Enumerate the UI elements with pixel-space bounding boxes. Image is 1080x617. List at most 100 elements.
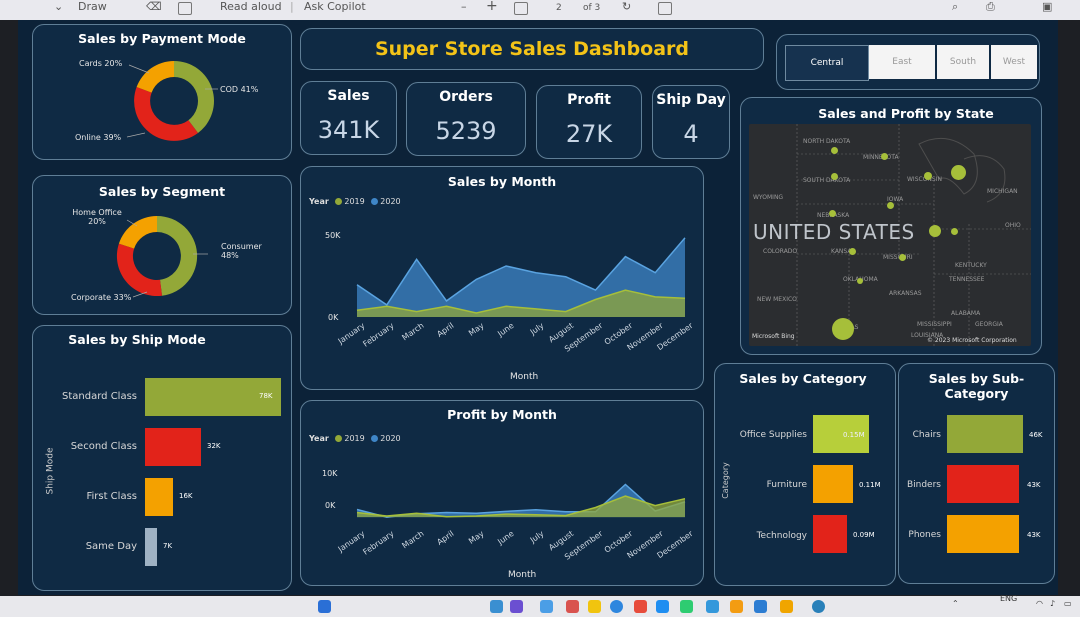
donut-slice-cod[interactable] — [174, 61, 214, 133]
app-icon[interactable] — [656, 600, 669, 613]
speaker-icon[interactable]: ♪ — [1050, 599, 1055, 608]
immersive-reader-icon[interactable] — [178, 2, 192, 15]
donut-slice-online[interactable] — [134, 87, 198, 141]
slicer-central[interactable]: Central — [785, 45, 869, 81]
ship-bar-second[interactable] — [145, 428, 201, 466]
map-bubble[interactable] — [899, 254, 906, 261]
page-count: of 3 — [583, 3, 601, 13]
bar-label-first: First Class — [86, 491, 137, 502]
profit-month-card: Profit by Month Year 2019 2020 10K 0K Ja… — [300, 400, 704, 586]
read-aloud-button[interactable]: Read aloud — [220, 0, 282, 13]
app-icon[interactable] — [812, 600, 825, 613]
windows-taskbar: ⌃ ENG ◠ ♪ ▭ — [0, 594, 1080, 617]
app-icon[interactable] — [540, 600, 553, 613]
category-bar-furniture[interactable] — [813, 465, 853, 503]
profit-month-chart[interactable] — [301, 401, 703, 585]
print-icon[interactable]: ⎙ — [986, 0, 995, 14]
app-icon[interactable] — [730, 600, 743, 613]
map-bubble[interactable] — [831, 173, 838, 180]
page-number-input[interactable]: 2 — [556, 3, 562, 13]
dashboard-title-card: Super Store Sales Dashboard — [300, 28, 764, 70]
app-icon[interactable] — [706, 600, 719, 613]
donut-slice-home-office[interactable] — [118, 215, 157, 249]
slicer-south[interactable]: South — [937, 45, 989, 79]
language-indicator[interactable]: ENG — [1000, 594, 1017, 603]
app-icon[interactable] — [680, 600, 693, 613]
map-bubble[interactable] — [832, 318, 854, 340]
toolbar-divider: | — [290, 0, 294, 13]
subcat-bar-phones[interactable] — [947, 515, 1019, 553]
subcategory-card: Sales by Sub-Category Chairs 46K Binders… — [898, 363, 1055, 584]
map-bubble[interactable] — [924, 172, 932, 180]
page-view-icon[interactable] — [658, 2, 672, 15]
sales-month-chart[interactable] — [301, 167, 703, 389]
kpi-profit: Profit 27K — [536, 85, 642, 159]
map-bubble[interactable] — [831, 147, 838, 154]
bar-value-office-supplies: 0.15M — [843, 431, 865, 439]
map-bubble[interactable] — [849, 248, 856, 255]
bar-label-phones: Phones — [908, 530, 941, 540]
donut-slice-corporate[interactable] — [116, 243, 162, 297]
edge-icon[interactable] — [610, 600, 623, 613]
map-bubble[interactable] — [951, 165, 966, 180]
map-state-label: GEORGIA — [975, 321, 1003, 328]
subcat-bar-binders[interactable] — [947, 465, 1019, 503]
rotate-icon[interactable]: ↻ — [622, 0, 631, 13]
bar-label-standard: Standard Class — [62, 391, 137, 402]
leader-line — [126, 132, 146, 138]
bar-label-same-day: Same Day — [85, 541, 137, 552]
app-icon[interactable] — [510, 600, 523, 613]
folder-icon[interactable] — [780, 600, 793, 613]
fit-page-icon[interactable] — [514, 2, 528, 15]
wifi-icon[interactable]: ◠ — [1036, 599, 1043, 608]
slicer-west[interactable]: West — [991, 45, 1037, 79]
app-icon[interactable] — [588, 600, 601, 613]
app-icon[interactable] — [566, 600, 579, 613]
donut-label-online: Online 39% — [75, 133, 122, 142]
kpi-ship-day-value: 4 — [683, 120, 699, 148]
save-icon[interactable]: ▣ — [1042, 0, 1052, 13]
bar-value-same-day: 7K — [163, 542, 173, 550]
region-slicer: Central East South West — [776, 34, 1040, 90]
slicer-east[interactable]: East — [869, 45, 935, 79]
subcat-bar-chairs[interactable] — [947, 415, 1023, 453]
kpi-ship-day-label: Ship Day — [656, 92, 726, 108]
donut-slice-cards[interactable] — [136, 61, 174, 93]
zoom-out-icon[interactable]: – — [461, 0, 467, 13]
ship-bar-first[interactable] — [145, 478, 173, 516]
map-bubble[interactable] — [881, 153, 888, 160]
donut-label-cards: Cards 20% — [79, 59, 123, 68]
map-bubble[interactable] — [829, 210, 836, 217]
zoom-in-icon[interactable]: + — [486, 0, 498, 14]
donut-slice-consumer[interactable] — [157, 215, 198, 296]
map-bubble[interactable] — [951, 228, 958, 235]
eraser-icon[interactable]: ⌫ — [146, 0, 162, 13]
category-bar-technology[interactable] — [813, 515, 847, 553]
search-icon[interactable]: ⌕ — [952, 0, 958, 14]
draw-chevron-icon[interactable]: ⌄ — [54, 0, 63, 13]
category-card: Sales by Category Category Office Suppli… — [714, 363, 896, 586]
tray-chevron-icon[interactable]: ⌃ — [952, 599, 959, 608]
map-bubble[interactable] — [929, 225, 941, 237]
map-bubble[interactable] — [857, 278, 863, 284]
state-map-title: Sales and Profit by State — [818, 106, 994, 121]
battery-icon[interactable]: ▭ — [1064, 599, 1072, 608]
app-icon[interactable] — [490, 600, 503, 613]
ask-copilot-button[interactable]: Ask Copilot — [304, 0, 366, 13]
map-state-label: MISSISSIPPI — [917, 321, 952, 328]
segment-card: Sales by Segment Home Office 20% Consume… — [32, 175, 292, 315]
app-icon[interactable] — [634, 600, 647, 613]
ship-bar-same-day[interactable] — [145, 528, 157, 566]
donut-label-home-office: Home Office 20% — [72, 208, 122, 226]
draw-button[interactable]: Draw — [78, 0, 107, 13]
app-icon[interactable] — [754, 600, 767, 613]
browser-toolbar: ⌄ Draw ⌫ Read aloud | Ask Copilot – + 2 … — [0, 0, 1080, 20]
map-viewport[interactable]: NORTH DAKOTA MINNESOTA WISCONSIN SOUTH D… — [749, 124, 1031, 346]
leader-line — [132, 291, 148, 298]
map-state-label: COLORADO — [763, 248, 798, 255]
map-bubble[interactable] — [887, 202, 894, 209]
bar-value-first: 16K — [179, 492, 193, 500]
start-icon[interactable] — [318, 600, 331, 613]
kpi-orders: Orders 5239 — [406, 82, 526, 156]
ship-mode-card: Sales by Ship Mode Ship Mode Standard Cl… — [32, 325, 292, 591]
